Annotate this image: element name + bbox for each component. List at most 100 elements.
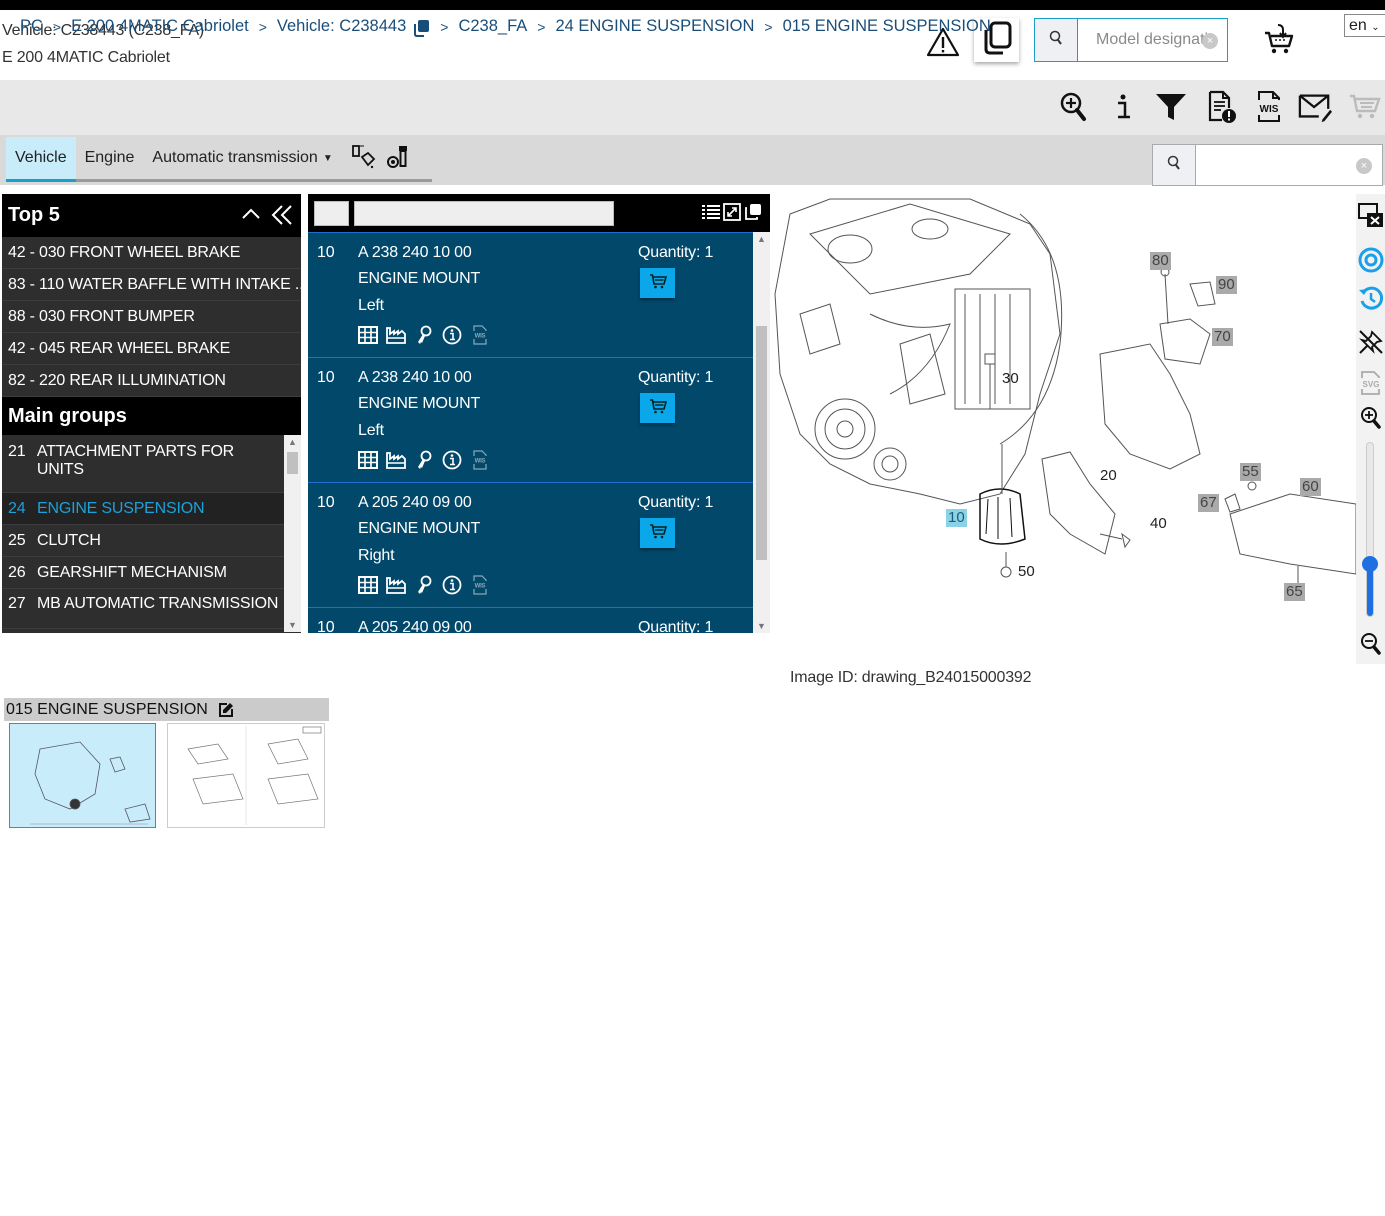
part-row[interactable]: 10 A 238 240 10 00 ENGINE MOUNT Left Quantit… [308,357,753,482]
main-group-item-26[interactable]: 26 GEARSHIFT MECHANISM [2,557,284,589]
double-chevron-left-icon[interactable] [270,204,294,232]
part-number[interactable]: A 238 240 10 00 [358,244,472,262]
unpin-icon[interactable] [1357,328,1385,356]
main-groups-scrollbar[interactable]: ▲ ▼ [284,435,301,632]
zoom-in-icon[interactable] [1357,404,1385,432]
model-search-input[interactable] [1078,19,1208,61]
language-select[interactable]: en ⌄ [1344,14,1385,37]
top5-item[interactable]: 42 - 045 REAR WHEEL BRAKE [2,333,301,365]
scroll-up-arrow[interactable]: ▲ [753,234,770,244]
zoom-out-icon[interactable] [1357,630,1385,658]
top5-item[interactable]: 82 - 220 REAR ILLUMINATION [2,365,301,397]
key-icon[interactable] [414,575,434,595]
main-group-item-21[interactable]: 21 ATTACHMENT PARTS FOR UNITS [2,435,284,493]
tab-bolts[interactable] [384,137,414,179]
key-icon[interactable] [414,325,434,345]
key-icon[interactable] [414,450,434,470]
history-icon[interactable] [1357,284,1385,312]
callout-65[interactable]: 65 [1284,583,1305,601]
part-row[interactable]: 10 A 205 240 09 00 ENGINE MOUNT Right Quanti… [308,482,753,607]
tab-vehicle[interactable]: Vehicle [6,137,76,182]
breadcrumb-main-group[interactable]: 24 ENGINE SUSPENSION [555,17,754,36]
wis-icon[interactable]: WIS [1252,90,1286,124]
callout-40[interactable]: 40 [1148,515,1169,533]
factory-icon[interactable] [386,575,406,595]
info-circle-icon[interactable] [442,325,462,345]
part-filter-input[interactable] [354,201,614,226]
grid-icon[interactable] [358,575,378,595]
position-filter-input[interactable] [314,201,349,226]
part-number[interactable]: A 205 240 09 00 [358,494,472,512]
filter-icon[interactable] [1154,90,1188,124]
top5-item[interactable]: 42 - 030 FRONT WHEEL BRAKE [2,237,301,269]
zoom-slider[interactable] [1362,442,1378,617]
callout-80[interactable]: 80 [1150,252,1171,270]
callout-20[interactable]: 20 [1098,467,1119,485]
main-group-item-27[interactable]: 27 MB AUTOMATIC TRANSMISSION [2,589,284,629]
exploded-drawing[interactable]: 80 90 70 30 20 55 60 67 10 40 50 65 [770,194,1356,634]
grid-icon[interactable] [358,325,378,345]
part-number[interactable]: A 205 240 09 00 [358,619,472,633]
edit-icon[interactable] [218,702,234,718]
scroll-up-arrow[interactable]: ▲ [284,437,301,447]
main-group-item-24[interactable]: 24 ENGINE SUSPENSION [2,493,284,525]
clear-icon[interactable]: × [1356,158,1372,174]
wis-icon[interactable]: WIS [470,325,490,345]
part-row[interactable]: 10A 205 240 09 00Quantity: 1WIS [308,607,753,633]
scroll-down-arrow[interactable]: ▼ [284,620,301,630]
close-drawing-icon[interactable] [1357,202,1385,230]
info-circle-icon[interactable] [442,575,462,595]
drawing-thumbnail-selected[interactable] [9,723,156,828]
scrollbar-thumb[interactable] [287,452,298,474]
breadcrumb-catalog[interactable]: C238_FA [458,17,527,36]
factory-icon[interactable] [386,325,406,345]
filter-search-button[interactable] [1153,145,1196,185]
breadcrumb-model[interactable]: E 200 4MATIC Cabriolet [71,17,249,36]
breadcrumb-sub-group[interactable]: 015 ENGINE SUSPENSION [783,17,991,36]
callout-90[interactable]: 90 [1216,276,1237,294]
target-icon[interactable] [1357,246,1385,274]
part-row[interactable]: 10 A 238 240 10 00 ENGINE MOUNT Left Quantit… [308,232,753,357]
add-to-cart-button[interactable] [640,518,675,548]
model-search-button[interactable] [1035,19,1078,61]
cart-add-icon[interactable] [1262,24,1296,56]
info-circle-icon[interactable] [442,450,462,470]
callout-10[interactable]: 10 [946,509,967,527]
list-view-icon[interactable] [702,203,720,226]
top5-item[interactable]: 88 - 030 FRONT BUMPER [2,301,301,333]
mail-edit-icon[interactable] [1298,90,1332,124]
expand-icon[interactable] [723,203,741,226]
clear-icon[interactable]: × [1202,33,1218,49]
scrollbar-thumb[interactable] [756,326,767,560]
zoom-in-icon[interactable] [1057,90,1091,124]
callout-50[interactable]: 50 [1016,563,1037,581]
tab-engine[interactable]: Engine [76,137,144,179]
breadcrumb-pc[interactable]: PC [20,17,43,36]
info-icon[interactable] [1106,90,1140,124]
wis-icon[interactable]: WIS [470,450,490,470]
top5-item[interactable]: 83 - 110 WATER BAFFLE WITH INTAKE ... [2,269,301,301]
callout-30[interactable]: 30 [1000,370,1021,388]
main-group-item-25[interactable]: 25 CLUTCH [2,525,284,557]
zoom-slider-handle[interactable] [1362,556,1378,573]
tab-fluids[interactable] [348,137,378,179]
add-to-cart-button[interactable] [640,393,675,423]
grid-icon[interactable] [358,450,378,470]
parts-scrollbar[interactable]: ▲ ▼ [753,232,770,633]
callout-55[interactable]: 55 [1240,463,1261,481]
tab-automatic-transmission[interactable]: Automatic transmission ▼ [143,137,341,179]
cart-icon[interactable] [1348,90,1382,124]
popout-icon[interactable] [744,203,762,226]
wis-icon[interactable]: WIS [470,575,490,595]
callout-67[interactable]: 67 [1198,494,1219,512]
callout-60[interactable]: 60 [1300,478,1321,496]
collapse-up-icon[interactable] [241,204,261,230]
drawing-thumbnail[interactable] [167,723,325,828]
part-number[interactable]: A 238 240 10 00 [358,369,472,387]
document-alert-icon[interactable] [1205,90,1239,124]
scroll-down-arrow[interactable]: ▼ [753,621,770,631]
breadcrumb-vehicle[interactable]: Vehicle: C238443 [277,17,406,36]
filter-search-input[interactable] [1196,145,1382,185]
copy-icon[interactable] [412,19,430,37]
add-to-cart-button[interactable] [640,268,675,298]
